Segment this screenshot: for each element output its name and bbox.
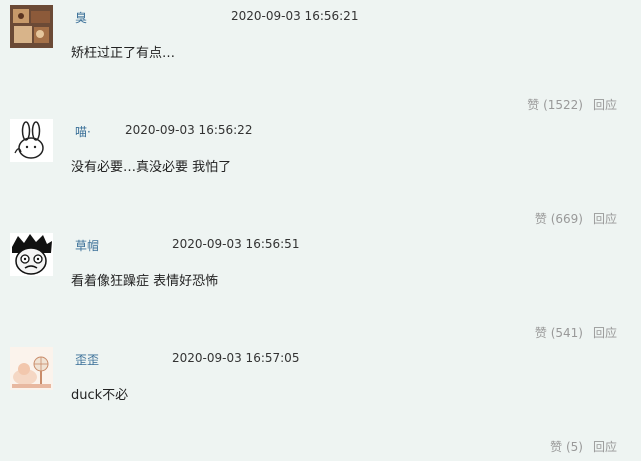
username[interactable]: 臭 xyxy=(75,9,87,26)
like-button[interactable]: 赞 (541) xyxy=(535,326,583,340)
like-label: 赞 xyxy=(550,440,563,454)
reply-button[interactable]: 回应 xyxy=(593,212,617,226)
like-count: (5) xyxy=(565,440,583,454)
avatar[interactable] xyxy=(10,119,53,162)
username[interactable]: 歪歪 xyxy=(75,351,99,368)
like-count: (669) xyxy=(550,212,583,226)
comment-text: duck不必 xyxy=(71,388,129,403)
like-button[interactable]: 赞 (669) xyxy=(535,212,583,226)
timestamp: 2020-09-03 16:56:51 xyxy=(172,237,300,251)
comment-actions: 赞 (5) 回应 xyxy=(550,438,617,455)
comment-actions: 赞 (541) 回应 xyxy=(535,324,617,341)
rabbit-doodle-icon xyxy=(10,119,53,162)
like-label: 赞 xyxy=(527,98,540,112)
avatar[interactable] xyxy=(10,347,53,390)
comment-text: 矫枉过正了有点… xyxy=(71,46,176,61)
like-label: 赞 xyxy=(534,326,547,340)
comment-actions: 赞 (1522) 回应 xyxy=(527,96,617,113)
comment-item: 喵· 2020-09-03 16:56:22 没有必要…真没必要 我怕了 赞 (… xyxy=(0,119,641,233)
username[interactable]: 喵· xyxy=(75,123,91,140)
like-button[interactable]: 赞 (1522) xyxy=(527,98,583,112)
timestamp: 2020-09-03 16:56:21 xyxy=(231,9,359,23)
reply-button[interactable]: 回应 xyxy=(593,98,617,112)
cartoon-fan-icon xyxy=(10,347,53,390)
like-label: 赞 xyxy=(534,212,547,226)
comment-item: 歪歪 2020-09-03 16:57:05 duck不必 赞 (5) 回应 xyxy=(0,347,641,461)
comment-item: 草帽 2020-09-03 16:56:51 看着像狂躁症 表情好恐怖 赞 (5… xyxy=(0,233,641,347)
reply-button[interactable]: 回应 xyxy=(593,326,617,340)
manga-face-icon xyxy=(10,233,53,276)
reply-button[interactable]: 回应 xyxy=(593,440,617,454)
comment-item: 臭 2020-09-03 16:56:21 矫枉过正了有点… 赞 (1522) 回… xyxy=(0,5,641,119)
like-button[interactable]: 赞 (5) xyxy=(550,440,583,454)
avatar[interactable] xyxy=(10,233,53,276)
food-photo-icon xyxy=(10,5,53,48)
username[interactable]: 草帽 xyxy=(75,237,99,254)
timestamp: 2020-09-03 16:56:22 xyxy=(125,123,253,137)
comment-actions: 赞 (669) 回应 xyxy=(535,210,617,227)
comment-text: 没有必要…真没必要 我怕了 xyxy=(71,160,232,175)
like-count: (541) xyxy=(550,326,583,340)
timestamp: 2020-09-03 16:57:05 xyxy=(172,351,300,365)
avatar[interactable] xyxy=(10,5,53,48)
like-count: (1522) xyxy=(543,98,583,112)
comment-text: 看着像狂躁症 表情好恐怖 xyxy=(71,274,219,289)
